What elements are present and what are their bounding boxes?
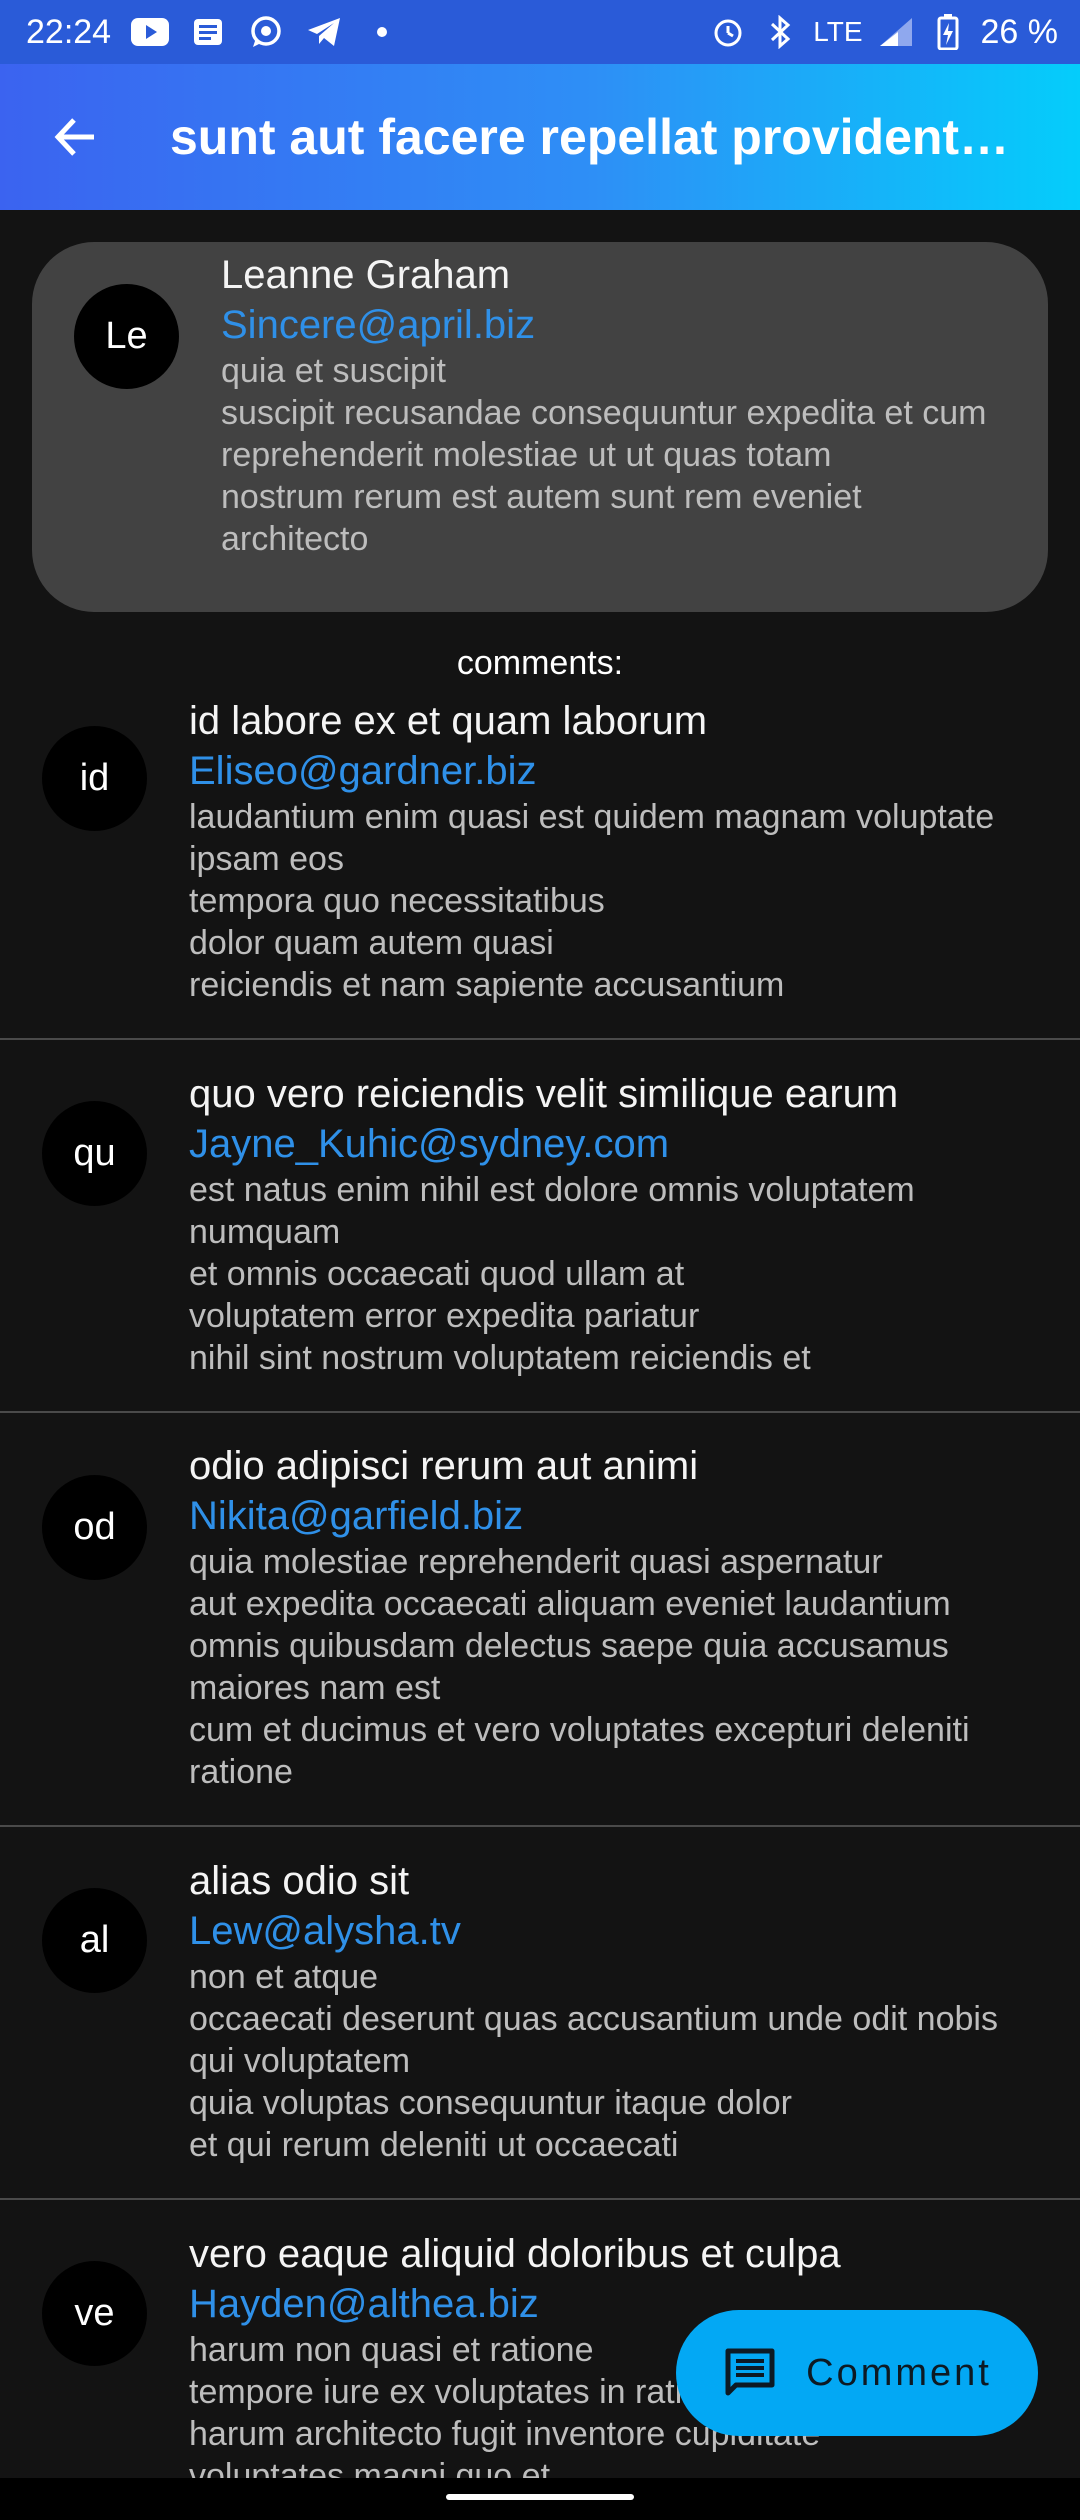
divider <box>0 1411 1080 1413</box>
post-content: Leanne Graham Sincere@april.biz quia et … <box>221 250 1011 560</box>
comment-title: quo vero reiciendis velit similique earu… <box>189 1072 899 1116</box>
comment-title: odio adipisci rerum aut animi <box>189 1444 699 1488</box>
list-item[interactable]: qu quo vero reiciendis velit similique e… <box>0 1069 1080 1409</box>
status-bar: 22:24 LTE 26 % <box>0 0 1080 64</box>
back-button[interactable] <box>35 97 115 177</box>
whatsapp-icon <box>247 13 285 51</box>
comment-button[interactable]: Comment <box>676 2310 1038 2436</box>
divider <box>0 1038 1080 1040</box>
comment-body: non et atque occaecati deserunt quas acc… <box>189 1958 998 2164</box>
signal-icon <box>877 13 915 51</box>
dot-icon <box>363 13 401 51</box>
battery-icon <box>929 13 967 51</box>
comment-body: est natus enim nihil est dolore omnis vo… <box>189 1171 915 1377</box>
comment-email[interactable]: Lew@alysha.tv <box>189 1906 1049 1956</box>
comments-label: comments: <box>456 644 624 682</box>
avatar: Le <box>74 284 179 389</box>
list-item[interactable]: al alias odio sit Lew@alysha.tv non et a… <box>0 1856 1080 2196</box>
comment-email[interactable]: Eliseo@gardner.biz <box>189 746 1049 796</box>
avatar: al <box>42 1888 147 1993</box>
home-indicator[interactable] <box>446 2494 634 2500</box>
post-author-email[interactable]: Sincere@april.biz <box>221 300 1011 350</box>
app-bar: sunt aut facere repellat provident occae… <box>0 64 1080 210</box>
comment-content: id labore ex et quam laborum Eliseo@gard… <box>189 696 1049 1006</box>
comment-button-label: Comment <box>806 2351 992 2394</box>
avatar: ve <box>42 2261 147 2366</box>
comment-content: odio adipisci rerum aut animi Nikita@gar… <box>189 1441 1049 1793</box>
page-title: sunt aut facere repellat provident occae… <box>170 109 1010 165</box>
comment-title: alias odio sit <box>189 1859 410 1903</box>
post-body: quia et suscipit suscipit recusandae con… <box>221 352 987 558</box>
comment-content: alias odio sit Lew@alysha.tv non et atqu… <box>189 1856 1049 2166</box>
bluetooth-icon <box>761 13 799 51</box>
divider <box>0 1825 1080 1827</box>
network-type: LTE <box>813 16 863 47</box>
comment-icon <box>725 2348 775 2396</box>
battery-level: 26 % <box>980 12 1059 51</box>
avatar: od <box>42 1475 147 1580</box>
comment-email[interactable]: Nikita@garfield.biz <box>189 1491 1049 1541</box>
post-card: Le Leanne Graham Sincere@april.biz quia … <box>32 242 1048 612</box>
comment-content: quo vero reiciendis velit similique earu… <box>189 1069 1049 1379</box>
comment-body: laudantium enim quasi est quidem magnam … <box>189 798 995 1004</box>
comment-email[interactable]: Jayne_Kuhic@sydney.com <box>189 1119 1049 1169</box>
divider <box>0 2198 1080 2200</box>
avatar: id <box>42 726 147 831</box>
avatar: qu <box>42 1101 147 1206</box>
comment-body: quia molestiae reprehenderit quasi asper… <box>189 1543 970 1791</box>
news-icon <box>189 13 227 51</box>
telegram-icon <box>305 13 343 51</box>
arrow-left-icon <box>54 118 94 156</box>
youtube-icon <box>131 13 170 51</box>
comment-title: id labore ex et quam laborum <box>189 699 708 743</box>
list-item[interactable]: id id labore ex et quam laborum Eliseo@g… <box>0 696 1080 1036</box>
alarm-icon <box>709 13 747 51</box>
comment-title: vero eaque aliquid doloribus et culpa <box>189 2232 841 2276</box>
status-time: 22:24 <box>26 12 112 51</box>
list-item[interactable]: od odio adipisci rerum aut animi Nikita@… <box>0 1441 1080 1821</box>
post-author-name: Leanne Graham <box>221 253 511 297</box>
